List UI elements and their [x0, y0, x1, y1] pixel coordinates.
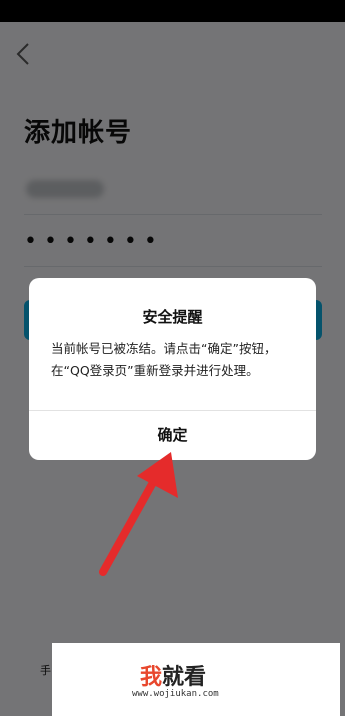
watermark: 我就看 www.wojiukan.com: [52, 643, 340, 716]
red-arrow-icon: [99, 452, 178, 576]
screen: 添加帐号 ••••••• 手 安全提醒 当前帐号已被冻结。请点击“确定”按钮，在…: [0, 0, 345, 716]
watermark-logo-black: 就看: [162, 665, 207, 690]
watermark-logo-red: 我: [140, 665, 163, 690]
watermark-url: www.wojiukan.com: [132, 689, 219, 699]
watermark-logo: 我就看: [140, 659, 206, 691]
